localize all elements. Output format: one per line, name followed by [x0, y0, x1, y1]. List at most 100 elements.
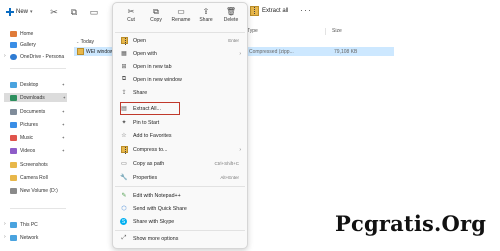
extract-all-toolbar-button[interactable]: Extract all: [250, 6, 288, 16]
menu-item-open[interactable]: Open Enter: [117, 35, 245, 46]
sidebar-item-pictures[interactable]: Pictures ✦: [10, 120, 66, 129]
rename-button[interactable]: ▭ Rename: [169, 6, 193, 23]
delete-label: Delete: [223, 17, 239, 23]
menu-item-label: Properties: [133, 174, 158, 181]
menu-item-label: Add to Favorites: [133, 132, 172, 139]
star-icon: ☆: [121, 133, 127, 139]
sidebar-item-label: Camera Roll: [20, 174, 48, 181]
command-bar: New ▾ ✂ ⧉ ▭ Extract all ···: [0, 0, 500, 28]
sidebar-item-videos[interactable]: Videos ✦: [10, 146, 66, 155]
compress-icon: [120, 146, 128, 155]
sidebar-divider: [10, 68, 66, 69]
zip-icon: [120, 37, 128, 46]
network-icon: [10, 234, 17, 241]
menu-item-open-new-tab[interactable]: ⊞ Open in new tab: [117, 61, 245, 72]
cut-button[interactable]: ✂ Cut: [119, 6, 143, 23]
menu-item-edit-notepad[interactable]: ✎ Edit with Notepad++: [117, 190, 245, 201]
sidebar-item-music[interactable]: Music ✦: [10, 133, 66, 142]
folder-icon: [10, 174, 17, 181]
chevron-right-icon: ›: [239, 50, 241, 57]
quick-share-icon: ⬡: [121, 206, 127, 212]
group-label: Today: [80, 39, 95, 45]
sidebar-item-desktop[interactable]: Desktop ✦: [10, 80, 66, 89]
menu-item-properties[interactable]: 🔧 Properties Alt+Enter: [117, 172, 245, 183]
menu-item-copy-as-path[interactable]: ▭ Copy as path Ctrl+Shift+C: [117, 158, 245, 169]
menu-item-pin-to-start[interactable]: ✦ Pin to Start: [117, 117, 245, 128]
more-options-toolbar-icon[interactable]: ···: [300, 5, 312, 15]
sidebar-item-label: Documents: [20, 108, 46, 115]
desktop-icon: [10, 81, 17, 88]
copy-toolbar-icon[interactable]: ⧉: [68, 6, 80, 18]
menu-item-label: Open: [133, 37, 146, 44]
share-button[interactable]: ⇪ Share: [194, 6, 218, 23]
copy-icon: ⧉: [153, 6, 159, 16]
chevron-down-icon: ▾: [30, 9, 33, 15]
music-icon: [10, 134, 17, 141]
delete-button[interactable]: 🗑 Delete: [219, 6, 243, 23]
zip-icon: [77, 48, 84, 55]
menu-item-extract-all[interactable]: ▤ Extract All...: [117, 102, 245, 115]
chevron-down-icon: ⌄: [76, 39, 80, 44]
menu-item-label: Open in new window: [133, 76, 182, 83]
column-header-size[interactable]: Size: [332, 28, 342, 34]
menu-item-label: Share with Skype: [133, 218, 175, 225]
paste-toolbar-icon[interactable]: ▭: [88, 6, 100, 18]
menu-item-compress-to[interactable]: Compress to... ›: [117, 144, 245, 155]
sidebar-item-network[interactable]: Network: [10, 233, 38, 242]
menu-item-quick-share[interactable]: ⬡ Send with Quick Share: [117, 203, 245, 214]
sidebar-item-label: This PC: [20, 221, 38, 228]
menu-item-shortcut: Alt+Enter: [220, 175, 239, 180]
onedrive-icon: [10, 53, 17, 60]
expand-chevron-icon[interactable]: ›: [4, 53, 6, 59]
pin-icon: ✦: [61, 135, 65, 140]
menu-item-label: Copy as path: [133, 160, 165, 167]
new-tab-icon: ⊞: [121, 64, 127, 70]
expand-chevron-icon[interactable]: ›: [4, 234, 6, 240]
downloads-icon: [10, 94, 17, 101]
copy-path-icon: ▭: [121, 161, 127, 167]
sidebar-item-label: OneDrive - Persona: [20, 53, 65, 60]
menu-separator: [115, 32, 245, 33]
menu-item-open-with[interactable]: ▦ Open with ›: [117, 48, 245, 59]
new-button[interactable]: New ▾: [6, 8, 33, 16]
menu-item-label: Extract All...: [133, 105, 161, 112]
sidebar-item-this-pc[interactable]: This PC: [10, 220, 38, 229]
sidebar-item-new-volume[interactable]: New Volume (D:): [10, 186, 58, 195]
chevron-right-icon: ›: [239, 146, 241, 153]
sidebar-item-screenshots[interactable]: Screenshots: [10, 160, 48, 169]
extract-icon: ▤: [121, 106, 127, 112]
file-type: Compressed (zipp...: [249, 48, 294, 55]
menu-item-shortcut: Enter: [228, 38, 239, 43]
drive-icon: [10, 187, 17, 194]
menu-item-share[interactable]: ⇪ Share: [117, 87, 245, 98]
file-size: 79,108 KB: [334, 48, 358, 55]
sidebar-item-gallery[interactable]: Gallery: [10, 40, 36, 49]
menu-item-add-favorites[interactable]: ☆ Add to Favorites: [117, 130, 245, 141]
cut-icon: ✂: [127, 7, 135, 16]
menu-item-show-more-options[interactable]: ⤢ Show more options: [117, 233, 245, 244]
sidebar-item-label: Downloads: [20, 94, 45, 101]
pin-icon: ✦: [121, 120, 127, 126]
menu-item-label: Open with: [133, 50, 157, 57]
sidebar-item-label: Desktop: [20, 81, 39, 88]
skype-icon: S: [120, 218, 127, 225]
new-window-icon: ⧉: [121, 76, 127, 82]
cut-toolbar-icon[interactable]: ✂: [48, 6, 60, 18]
sidebar-item-camera-roll[interactable]: Camera Roll: [10, 173, 48, 182]
delete-icon: 🗑: [225, 7, 237, 16]
menu-item-share-skype[interactable]: S Share with Skype: [117, 216, 245, 227]
menu-item-open-new-window[interactable]: ⧉ Open in new window: [117, 74, 245, 85]
sidebar-item-home[interactable]: Home: [10, 29, 33, 38]
pin-icon: ✦: [62, 95, 66, 100]
sidebar-item-onedrive[interactable]: OneDrive - Persona: [10, 52, 64, 61]
videos-icon: [10, 147, 17, 154]
sidebar-item-label: Pictures: [20, 121, 39, 128]
expand-chevron-icon[interactable]: ›: [4, 221, 6, 227]
sidebar-item-downloads[interactable]: Downloads ✦: [4, 93, 67, 102]
sidebar-item-documents[interactable]: Documents ✦: [10, 107, 66, 116]
column-header-type[interactable]: Type: [247, 28, 258, 34]
group-header-today[interactable]: ⌄ Today: [76, 39, 94, 45]
documents-icon: [10, 108, 17, 115]
pictures-icon: [10, 121, 17, 128]
copy-button[interactable]: ⧉ Copy: [144, 6, 168, 24]
